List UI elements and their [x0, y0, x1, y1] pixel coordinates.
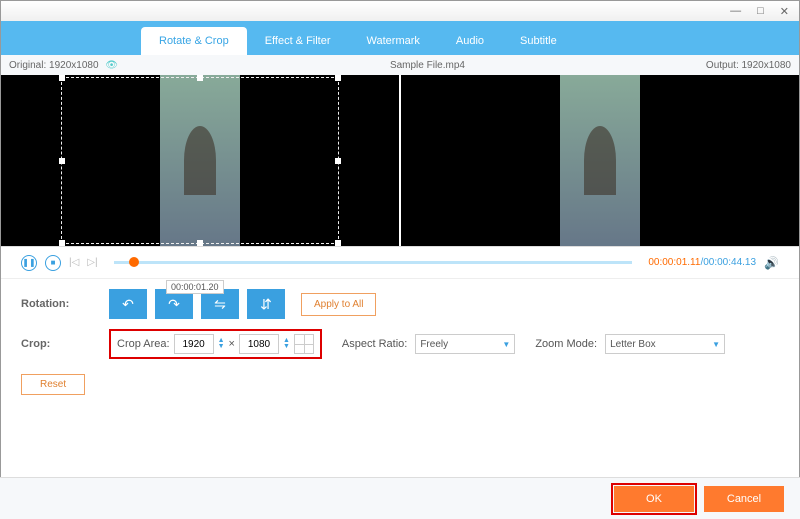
minimize-button[interactable]: — [726, 5, 745, 17]
crop-handle-bl[interactable] [59, 240, 65, 246]
tab-effect-filter[interactable]: Effect & Filter [247, 27, 349, 55]
title-bar: — □ ✕ [1, 1, 799, 21]
ok-button[interactable]: OK [614, 486, 694, 512]
tab-audio[interactable]: Audio [438, 27, 502, 55]
tab-watermark[interactable]: Watermark [349, 27, 438, 55]
flip-vertical-button[interactable]: ⇵ [247, 289, 285, 319]
tab-rotate-crop[interactable]: Rotate & Crop [141, 27, 247, 55]
volume-icon[interactable]: 🔊 [764, 256, 779, 270]
pause-button[interactable]: ❚❚ [21, 255, 37, 271]
crop-handle-r[interactable] [335, 158, 341, 164]
current-time: 00:00:01.11 [648, 257, 700, 268]
crop-width-spinner[interactable]: ▲▼ [218, 338, 225, 350]
crop-position-button[interactable] [294, 334, 314, 354]
footer: OK Cancel [0, 477, 800, 519]
maximize-button[interactable]: □ [753, 5, 768, 17]
zoom-mode-select[interactable]: Letter Box ▼ [605, 334, 725, 354]
crop-handle-br[interactable] [335, 240, 341, 246]
seek-slider[interactable] [114, 261, 633, 264]
rotation-label: Rotation: [21, 298, 101, 310]
tab-bar: Rotate & Crop Effect & Filter Watermark … [1, 21, 799, 55]
output-resolution-label: Output: 1920x1080 [706, 60, 791, 71]
reset-button[interactable]: Reset [21, 374, 85, 395]
original-resolution-label: Original: 1920x1080 [9, 60, 99, 71]
crop-handle-tl[interactable] [59, 75, 65, 81]
crop-width-input[interactable] [174, 334, 214, 354]
duration-time: /00:00:44.13 [700, 257, 756, 268]
crop-handle-b[interactable] [197, 240, 203, 246]
crop-handle-l[interactable] [59, 158, 65, 164]
chevron-down-icon: ▼ [712, 340, 720, 349]
seek-tooltip: 00:00:01.20 [166, 280, 224, 294]
seek-thumb[interactable] [129, 257, 139, 267]
timecode: 00:00:01.11/00:00:44.13 [648, 257, 756, 268]
crop-rectangle[interactable] [61, 77, 339, 244]
next-frame-button[interactable]: ▷| [87, 257, 97, 268]
zoom-mode-value: Letter Box [610, 339, 656, 350]
rotate-left-button[interactable]: ↶ [109, 289, 147, 319]
crop-height-spinner[interactable]: ▲▼ [283, 338, 290, 350]
output-preview [399, 75, 799, 246]
chevron-down-icon: ▼ [502, 340, 510, 349]
crop-height-input[interactable] [239, 334, 279, 354]
tab-subtitle[interactable]: Subtitle [502, 27, 575, 55]
eye-icon[interactable]: 👁 [105, 60, 118, 71]
close-button[interactable]: ✕ [776, 5, 793, 18]
crop-handle-tr[interactable] [335, 75, 341, 81]
times-symbol: × [229, 338, 235, 350]
cancel-button[interactable]: Cancel [704, 486, 784, 512]
preview-row [1, 75, 799, 247]
zoom-mode-label: Zoom Mode: [535, 338, 597, 350]
crop-label: Crop: [21, 338, 101, 350]
apply-to-all-button[interactable]: Apply to All [301, 293, 376, 316]
info-bar: Original: 1920x1080 👁 Sample File.mp4 Ou… [1, 55, 799, 75]
aspect-ratio-value: Freely [420, 339, 448, 350]
source-preview[interactable] [1, 75, 399, 246]
settings-panel: Rotation: ↶ ↷ ⇋ ⇵ Apply to All Crop: Cro… [1, 279, 799, 419]
playback-controls: ❚❚ ■ |◁ ▷| 00:00:01.11/00:00:44.13 🔊 [1, 247, 799, 279]
crop-area-label: Crop Area: [117, 338, 170, 350]
crop-area-group: Crop Area: ▲▼ × ▲▼ [109, 329, 322, 359]
stop-button[interactable]: ■ [45, 255, 61, 271]
filename-label: Sample File.mp4 [149, 60, 706, 71]
crop-handle-t[interactable] [197, 75, 203, 81]
aspect-ratio-label: Aspect Ratio: [342, 338, 407, 350]
aspect-ratio-select[interactable]: Freely ▼ [415, 334, 515, 354]
video-thumbnail [560, 75, 640, 246]
prev-frame-button[interactable]: |◁ [69, 257, 79, 268]
